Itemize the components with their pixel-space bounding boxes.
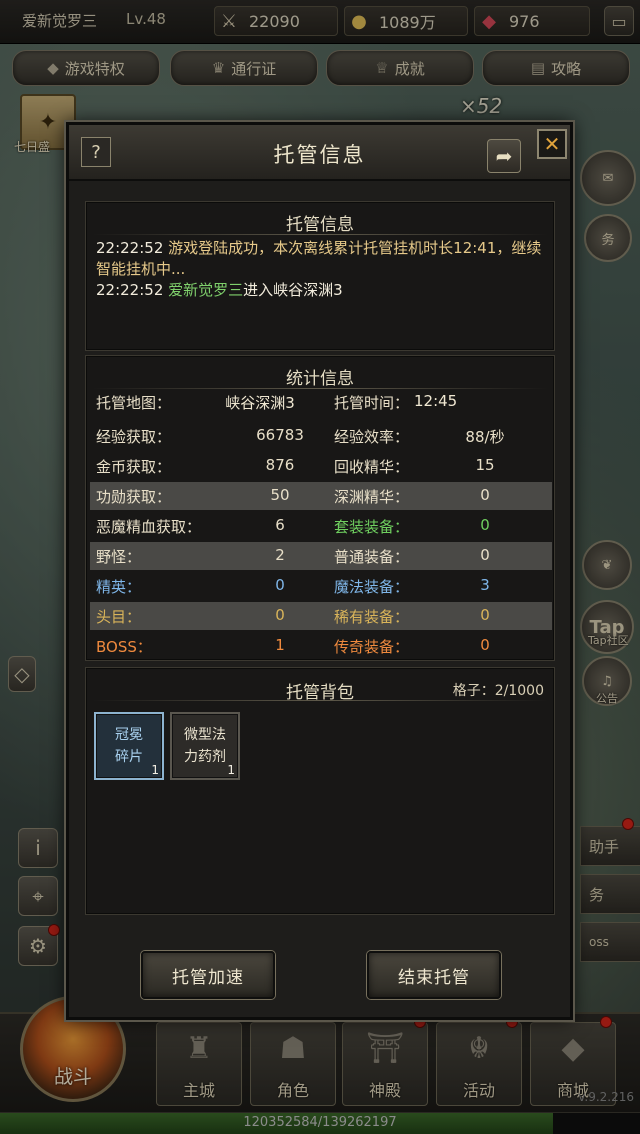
stat-label: 传奇装备： xyxy=(334,638,410,656)
title-divider xyxy=(92,234,548,235)
stat-row: 野怪： 2 普通装备： 0 xyxy=(90,542,552,570)
stat-label: 普通装备： xyxy=(334,548,410,566)
share-arrow-icon: ➦ xyxy=(495,144,513,168)
end-hosting-label: 结束托管 xyxy=(398,967,470,988)
log-entry: 22:22:52 游戏登陆成功，本次离线累计托管挂机时长12:41，继续智能挂机… xyxy=(96,238,546,280)
speed-up-button[interactable]: 托管加速 xyxy=(141,951,275,999)
log-text: 游戏登陆成功，本次离线累计托管挂机时长12:41，继续智能挂机中... xyxy=(96,239,542,278)
close-button[interactable]: ✕ xyxy=(537,129,567,159)
title-divider xyxy=(92,700,548,701)
hosting-info-dialog: ? 托管信息 ➦ ✕ 托管信息 22:22:52 游戏登陆成功，本次离线累计托管… xyxy=(66,122,573,1020)
stat-value: 88/秒 xyxy=(465,428,505,446)
stat-label: BOSS： xyxy=(96,638,152,656)
stat-row: 功勋获取： 50 深渊精华： 0 xyxy=(90,482,552,510)
stat-label: 回收精华： xyxy=(334,458,410,476)
item-name-line: 冠冕 xyxy=(115,727,143,743)
bag-panel: 托管背包 格子：2/1000 冠冕 碎片 1 微型法 力药剂 1 xyxy=(85,667,555,915)
stat-label: 稀有装备： xyxy=(334,608,410,626)
stat-label: 魔法装备： xyxy=(334,578,410,596)
end-hosting-button[interactable]: 结束托管 xyxy=(367,951,501,999)
stat-label: 精英： xyxy=(96,578,142,596)
stat-label: 经验获取： xyxy=(96,428,172,446)
log-time: 22:22:52 xyxy=(96,281,164,299)
log-entry: 22:22:52 爱新觉罗三进入峡谷深渊3 xyxy=(96,280,546,301)
time-label: 托管时间： xyxy=(334,394,410,412)
stat-row: BOSS： 1 传奇装备： 0 xyxy=(90,632,552,660)
stat-value: 2 xyxy=(275,546,285,564)
stat-value: 0 xyxy=(275,576,285,594)
stat-row: 精英： 0 魔法装备： 3 xyxy=(90,572,552,600)
stat-value: 876 xyxy=(265,456,295,474)
log-text: 进入峡谷深渊3 xyxy=(243,281,343,299)
stat-row: 恶魔精血获取： 6 套装装备： 0 xyxy=(90,512,552,540)
stat-label: 金币获取： xyxy=(96,458,172,476)
stat-value: 0 xyxy=(480,546,490,564)
stat-label: 经验效率： xyxy=(334,428,410,446)
dialog-header: ? 托管信息 ➦ xyxy=(69,125,570,181)
item-name: 微型法 力药剂 xyxy=(172,724,238,768)
stat-label: 深渊精华： xyxy=(334,488,410,506)
share-button[interactable]: ➦ xyxy=(487,139,521,173)
close-icon: ✕ xyxy=(543,132,561,156)
bag-capacity: 格子：2/1000 xyxy=(452,683,544,699)
stat-label: 套装装备： xyxy=(334,518,410,536)
bag-item-slot[interactable]: 微型法 力药剂 1 xyxy=(170,712,240,780)
stat-value: 0 xyxy=(480,636,490,654)
stat-value: 0 xyxy=(480,606,490,624)
log-player-name: 爱新觉罗三 xyxy=(168,281,244,299)
item-name-line: 微型法 xyxy=(184,727,226,743)
stat-value: 0 xyxy=(480,486,490,504)
stat-label: 恶魔精血获取： xyxy=(96,518,202,536)
map-value: 峡谷深渊3 xyxy=(225,394,295,412)
stat-value: 0 xyxy=(480,516,490,534)
bag-item-slot[interactable]: 冠冕 碎片 1 xyxy=(94,712,164,780)
stat-label: 头目： xyxy=(96,608,142,626)
item-count: 1 xyxy=(151,763,159,777)
stat-row: 头目： 0 稀有装备： 0 xyxy=(90,602,552,630)
stat-value: 50 xyxy=(270,486,290,504)
item-count: 1 xyxy=(227,763,235,777)
map-row: 托管地图： 峡谷深渊3 托管时间： 12:45 xyxy=(90,388,552,416)
stats-panel-title: 统计信息 xyxy=(286,369,354,389)
stat-row: 经验获取： 66783 经验效率： 88/秒 xyxy=(90,422,552,450)
log-time: 22:22:52 xyxy=(96,239,164,257)
stat-row: 金币获取： 876 回收精华： 15 xyxy=(90,452,552,480)
map-label: 托管地图： xyxy=(96,394,172,412)
log-panel-title: 托管信息 xyxy=(286,215,354,235)
stat-label: 功勋获取： xyxy=(96,488,172,506)
stats-panel: 统计信息 托管地图： 峡谷深渊3 托管时间： 12:45 经验获取： 66783 经… xyxy=(85,355,555,661)
time-value: 12:45 xyxy=(414,392,458,410)
speed-up-label: 托管加速 xyxy=(172,967,244,988)
stat-value: 3 xyxy=(480,576,490,594)
stat-value: 0 xyxy=(275,606,285,624)
stat-value: 1 xyxy=(275,636,285,654)
stat-label: 野怪： xyxy=(96,548,142,566)
stat-value: 6 xyxy=(275,516,285,534)
item-name: 冠冕 碎片 xyxy=(96,724,162,768)
stat-value: 15 xyxy=(475,456,495,474)
log-panel: 托管信息 22:22:52 游戏登陆成功，本次离线累计托管挂机时长12:41，继… xyxy=(85,201,555,351)
stat-value: 66783 xyxy=(256,426,304,444)
